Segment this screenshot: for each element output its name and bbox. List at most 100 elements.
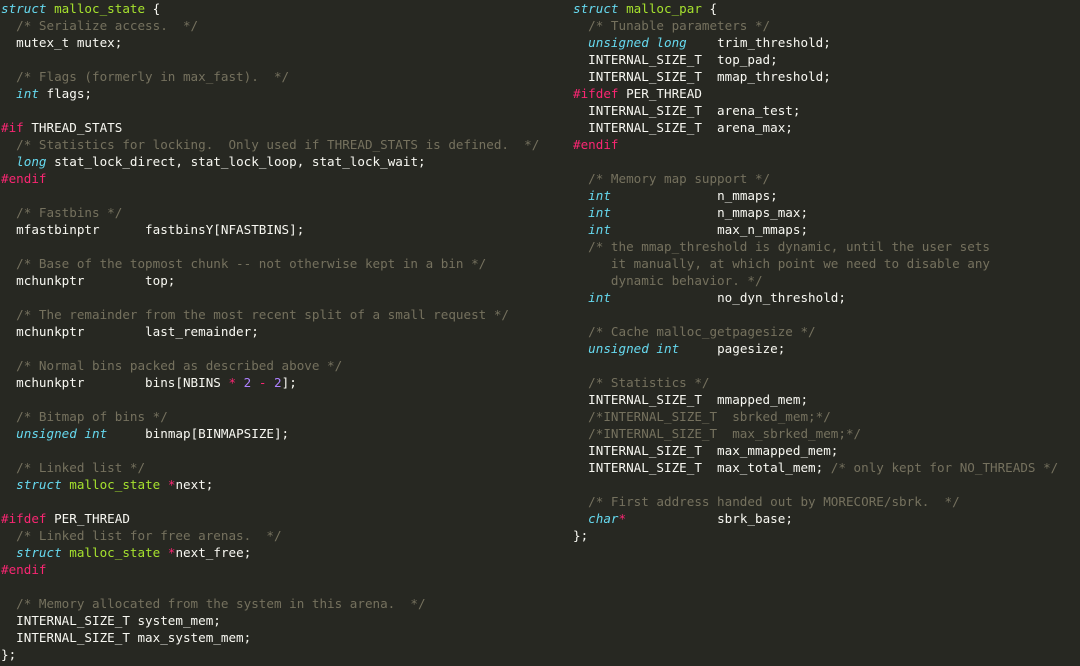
code-line: /* Linked list for free arenas. */ bbox=[1, 527, 567, 544]
code-line: INTERNAL_SIZE_T max_total_mem; /* only k… bbox=[573, 459, 1080, 476]
code-text: INTERNAL_SIZE_T mmapped_mem; bbox=[573, 392, 809, 407]
code-line: int max_n_mmaps; bbox=[573, 221, 1080, 238]
comment-token: /* Normal bins packed as described above… bbox=[1, 358, 343, 373]
preprocessor-token: #ifdef bbox=[1, 511, 47, 526]
code-line: char* sbrk_base; bbox=[573, 510, 1080, 527]
code-line: /*INTERNAL_SIZE_T sbrked_mem;*/ bbox=[573, 408, 1080, 425]
code-line: /* Normal bins packed as described above… bbox=[1, 357, 567, 374]
keyword-token: int bbox=[588, 222, 611, 237]
code-line: /* Flags (formerly in max_fast). */ bbox=[1, 68, 567, 85]
keyword-token: struct bbox=[1, 1, 47, 16]
code-line: int flags; bbox=[1, 85, 567, 102]
code-text: { bbox=[701, 1, 718, 16]
type-name-token: malloc_state bbox=[69, 545, 161, 560]
keyword-token: long bbox=[16, 154, 47, 169]
code-text: mchunkptr bins[NBINS bbox=[1, 375, 229, 390]
preprocessor-token: #endif bbox=[573, 137, 619, 152]
code-text: INTERNAL_SIZE_T system_mem; bbox=[1, 613, 221, 628]
type-name-token: malloc_state bbox=[54, 1, 146, 16]
code-text: binmap[BINMAPSIZE]; bbox=[107, 426, 290, 441]
code-line: /* Memory allocated from the system in t… bbox=[1, 595, 567, 612]
code-text: flags; bbox=[38, 86, 93, 101]
comment-token: /* Base of the topmost chunk -- not othe… bbox=[1, 256, 487, 271]
code-line: struct malloc_state *next; bbox=[1, 476, 567, 493]
code-line: /* Statistics */ bbox=[573, 374, 1080, 391]
code-line: /* Bitmap of bins */ bbox=[1, 408, 567, 425]
keyword-token: int bbox=[588, 205, 611, 220]
comment-token: /* Memory map support */ bbox=[573, 171, 771, 186]
code-line: struct malloc_state { bbox=[1, 0, 567, 17]
code-line: struct malloc_state *next_free; bbox=[1, 544, 567, 561]
code-text: trim_threshold; bbox=[686, 35, 831, 50]
code-line: INTERNAL_SIZE_T top_pad; bbox=[573, 51, 1080, 68]
code-line: mchunkptr last_remainder; bbox=[1, 323, 567, 340]
code-text: INTERNAL_SIZE_T top_pad; bbox=[573, 52, 778, 67]
code-text: no_dyn_threshold; bbox=[610, 290, 846, 305]
comment-token: /* Cache malloc_getpagesize */ bbox=[573, 324, 816, 339]
code-text: INTERNAL_SIZE_T max_total_mem; bbox=[573, 460, 831, 475]
code-line: #endif bbox=[573, 136, 1080, 153]
code-line: #if THREAD_STATS bbox=[1, 119, 567, 136]
comment-token: /* only kept for NO_THREADS */ bbox=[830, 460, 1059, 475]
keyword-token: unsigned int bbox=[16, 426, 108, 441]
comment-token: /* Statistics */ bbox=[573, 375, 710, 390]
keyword-token: int bbox=[16, 86, 39, 101]
code-text: mchunkptr last_remainder; bbox=[1, 324, 259, 339]
code-text: mchunkptr top; bbox=[1, 273, 176, 288]
comment-token: /* The remainder from the most recent sp… bbox=[1, 307, 509, 322]
code-line: dynamic behavior. */ bbox=[573, 272, 1080, 289]
code-line: unsigned long trim_threshold; bbox=[573, 34, 1080, 51]
code-line: /* Linked list */ bbox=[1, 459, 567, 476]
code-line: INTERNAL_SIZE_T max_system_mem; bbox=[1, 629, 567, 646]
comment-token: /* Linked list for free arenas. */ bbox=[1, 528, 282, 543]
comment-token: /*INTERNAL_SIZE_T sbrked_mem;*/ bbox=[573, 409, 831, 424]
code-line: int n_mmaps; bbox=[573, 187, 1080, 204]
code-line: }; bbox=[1, 646, 567, 663]
code-text: mutex_t mutex; bbox=[1, 35, 123, 50]
code-text: { bbox=[145, 1, 161, 16]
code-text: THREAD_STATS bbox=[23, 120, 123, 135]
preprocessor-token: #ifdef bbox=[573, 86, 619, 101]
code-text: sbrk_base; bbox=[626, 511, 793, 526]
keyword-token: char bbox=[588, 511, 619, 526]
code-line: INTERNAL_SIZE_T mmapped_mem; bbox=[573, 391, 1080, 408]
code-line: /* Base of the topmost chunk -- not othe… bbox=[1, 255, 567, 272]
preprocessor-token: #if bbox=[1, 120, 24, 135]
code-line: mfastbinptr fastbinsY[NFASTBINS]; bbox=[1, 221, 567, 238]
code-text: max_n_mmaps; bbox=[610, 222, 809, 237]
code-line: unsigned int binmap[BINMAPSIZE]; bbox=[1, 425, 567, 442]
code-text: INTERNAL_SIZE_T arena_max; bbox=[573, 120, 793, 135]
keyword-token: struct bbox=[16, 545, 62, 560]
code-line: INTERNAL_SIZE_T mmap_threshold; bbox=[573, 68, 1080, 85]
code-text: mfastbinptr fastbinsY[NFASTBINS]; bbox=[1, 222, 305, 237]
code-text: stat_lock_direct, stat_lock_loop, stat_l… bbox=[46, 154, 426, 169]
code-line: unsigned int pagesize; bbox=[573, 340, 1080, 357]
code-text: n_mmaps; bbox=[610, 188, 778, 203]
code-text: }; bbox=[573, 528, 589, 543]
code-line: INTERNAL_SIZE_T arena_max; bbox=[573, 119, 1080, 136]
code-line: #endif bbox=[1, 561, 567, 578]
code-line: int no_dyn_threshold; bbox=[573, 289, 1080, 306]
comment-token: /* Statistics for locking. Only used if … bbox=[1, 137, 540, 152]
keyword-token: int bbox=[588, 290, 611, 305]
